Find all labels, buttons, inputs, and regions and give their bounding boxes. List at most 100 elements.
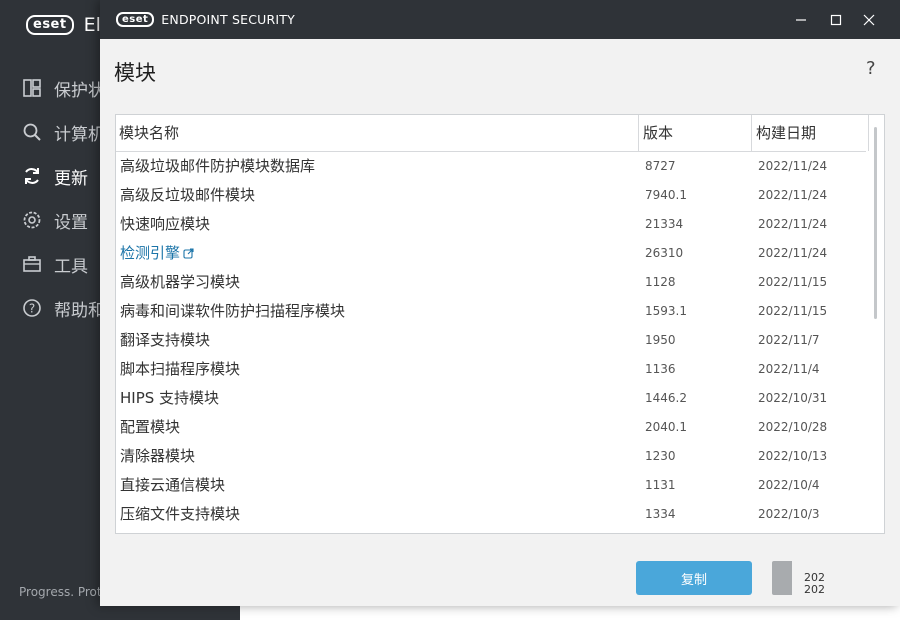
module-version: 7940.1	[645, 188, 687, 202]
column-header-build-date[interactable]: 构建日期	[751, 115, 869, 151]
product-name: ENDPOINT SECURITY	[161, 12, 295, 27]
module-build-date: 2022/11/24	[758, 217, 828, 231]
sidebar-item-computer-scan[interactable]: 计算机	[22, 110, 112, 154]
refresh-icon	[25, 168, 39, 184]
table-row[interactable]: 配置模块 2040.1 2022/10/28	[116, 413, 866, 442]
minimize-icon	[796, 19, 806, 21]
close-dialog-button[interactable]	[772, 561, 792, 595]
sidebar-item-label: 工具	[54, 256, 88, 277]
sidebar-item-settings[interactable]: 设置	[22, 198, 112, 242]
module-name: 高级反垃圾邮件模块	[120, 186, 256, 204]
module-version: 1131	[645, 478, 676, 492]
table-row[interactable]: 高级反垃圾邮件模块 7940.1 2022/11/24	[116, 181, 866, 210]
module-version: 2040.1	[645, 420, 687, 434]
eset-logo: eset	[26, 15, 74, 35]
copy-button[interactable]: 复制	[636, 561, 752, 595]
table-header: 模块名称 版本 构建日期	[116, 115, 869, 152]
detection-engine-link[interactable]: 检测引擎	[120, 239, 194, 268]
table-row[interactable]: 翻译支持模块 1950 2022/11/7	[116, 326, 866, 355]
module-version: 26310	[645, 246, 684, 260]
maximize-button[interactable]	[826, 10, 846, 30]
sidebar-item-label: 计算机	[54, 124, 105, 145]
module-name: HIPS 支持模块	[120, 389, 220, 407]
dashboard-icon	[23, 79, 41, 97]
sidebar-item-update[interactable]: 更新	[22, 154, 112, 198]
svg-text:?: ?	[29, 302, 35, 316]
table-row[interactable]: 病毒和间谍软件防护扫描程序模块 1593.1 2022/11/15	[116, 297, 866, 326]
module-name: 翻译支持模块	[120, 331, 211, 349]
module-build-date: 2022/11/24	[758, 159, 828, 173]
sidebar-item-label: 设置	[54, 212, 88, 233]
module-version: 1950	[645, 333, 676, 347]
module-build-date: 2022/10/13	[758, 449, 828, 463]
table-row[interactable]: 清除器模块 1230 2022/10/13	[116, 442, 866, 471]
module-name: 高级机器学习模块	[120, 273, 241, 291]
maximize-icon	[830, 14, 842, 26]
sidebar-item-label: 帮助和	[54, 300, 105, 321]
dialog-brand: eset ENDPOINT SECURITY	[116, 12, 295, 27]
vertical-scrollbar[interactable]	[874, 127, 877, 319]
module-version: 21334	[645, 217, 684, 231]
search-icon	[23, 123, 41, 141]
table-row[interactable]: HIPS 支持模块 1446.2 2022/10/31	[116, 384, 866, 413]
sidebar-item-help[interactable]: ? 帮助和	[22, 286, 112, 330]
table-row[interactable]: 脚本扫描程序模块 1136 2022/11/4	[116, 355, 866, 384]
eset-logo: eset	[116, 12, 155, 27]
help-button[interactable]: ?	[866, 58, 876, 79]
overflow-line: 202	[804, 583, 825, 596]
sidebar-item-label: 更新	[54, 168, 88, 189]
column-header-name[interactable]: 模块名称	[116, 115, 179, 151]
help-icon: ?	[23, 299, 41, 317]
module-version: 1334	[645, 507, 676, 521]
module-name: 压缩文件支持模块	[120, 505, 241, 523]
module-name: 清除器模块	[120, 447, 196, 465]
module-version: 1128	[645, 275, 676, 289]
dialog-titlebar[interactable]: eset ENDPOINT SECURITY	[100, 0, 900, 39]
module-version: 1446.2	[645, 391, 687, 405]
table-row[interactable]: 检测引擎 26310 2022/11/24	[116, 239, 866, 268]
sidebar-item-protection-status[interactable]: 保护状	[22, 66, 112, 110]
gear-icon	[23, 211, 41, 229]
app-logo: eset El	[26, 14, 101, 36]
module-version: 8727	[645, 159, 676, 173]
module-version: 1593.1	[645, 304, 687, 318]
module-build-date: 2022/10/3	[758, 507, 820, 521]
module-name: 配置模块	[120, 418, 181, 436]
module-name: 直接云通信模块	[120, 476, 226, 494]
table-row[interactable]: 直接云通信模块 1131 2022/10/4	[116, 471, 866, 500]
module-build-date: 2022/11/24	[758, 246, 828, 260]
module-version: 1136	[645, 362, 676, 376]
module-name: 快速响应模块	[120, 215, 211, 233]
sidebar-item-label: 保护状	[54, 80, 105, 101]
module-version: 1230	[645, 449, 676, 463]
table-row[interactable]: 快速响应模块 21334 2022/11/24	[116, 210, 866, 239]
module-name: 检测引擎	[120, 244, 181, 262]
module-build-date: 2022/10/4	[758, 478, 820, 492]
column-header-version[interactable]: 版本	[638, 115, 753, 151]
main-content-edge	[240, 606, 900, 620]
module-build-date: 2022/11/4	[758, 362, 820, 376]
close-button[interactable]	[859, 10, 879, 30]
module-build-date: 2022/11/15	[758, 275, 828, 289]
modules-table: 模块名称 版本 构建日期 高级垃圾邮件防护模块数据库 8727 2022/11/…	[115, 114, 885, 534]
module-build-date: 2022/10/31	[758, 391, 828, 405]
footer-slogan: Progress. Prot	[19, 585, 102, 599]
modules-dialog: eset ENDPOINT SECURITY 模块 ? 模块名称 版本 构建日期…	[100, 0, 900, 606]
table-body: 高级垃圾邮件防护模块数据库 8727 2022/11/24 高级反垃圾邮件模块 …	[116, 152, 866, 529]
minimize-button[interactable]	[791, 10, 811, 30]
close-icon	[863, 14, 875, 26]
app-title-fragment: El	[83, 14, 101, 36]
module-build-date: 2022/11/15	[758, 304, 828, 318]
module-name: 病毒和间谍软件防护扫描程序模块	[120, 302, 346, 320]
external-link-icon	[183, 248, 194, 259]
sidebar-item-tools[interactable]: 工具	[22, 242, 112, 286]
table-row[interactable]: 高级机器学习模块 1128 2022/11/15	[116, 268, 866, 297]
sidebar-nav: 保护状 计算机 更新 设置 工具 ? 帮助和	[22, 66, 112, 330]
module-build-date: 2022/11/24	[758, 188, 828, 202]
module-build-date: 2022/11/7	[758, 333, 820, 347]
table-row[interactable]: 高级垃圾邮件防护模块数据库 8727 2022/11/24	[116, 152, 866, 181]
toolbox-icon	[23, 256, 41, 272]
module-name: 脚本扫描程序模块	[120, 360, 241, 378]
table-row[interactable]: 压缩文件支持模块 1334 2022/10/3	[116, 500, 866, 529]
page-title: 模块	[114, 61, 156, 85]
